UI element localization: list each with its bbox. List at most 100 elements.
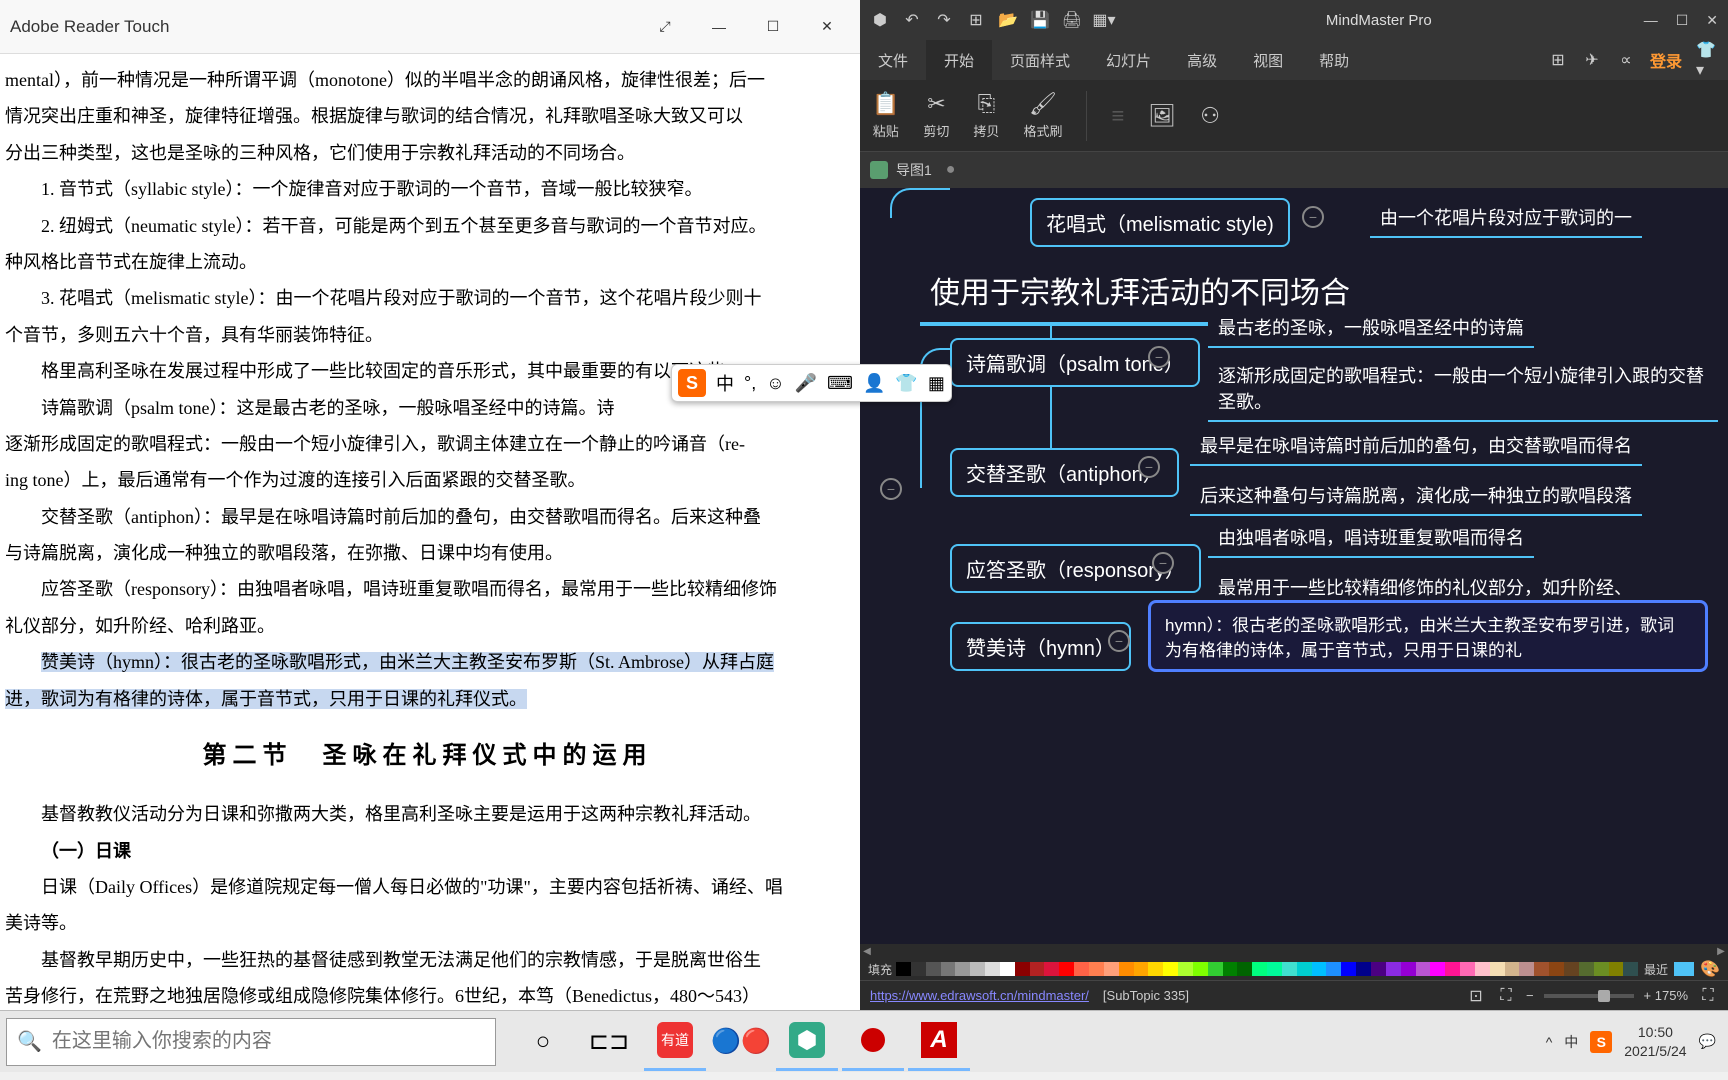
mm-maximize-button[interactable]: ☐ bbox=[1676, 12, 1689, 29]
color-swatch[interactable] bbox=[1252, 962, 1267, 976]
color-swatch[interactable] bbox=[1089, 962, 1104, 976]
ime-emoji-icon[interactable]: ☺ bbox=[766, 373, 784, 394]
ime-lang[interactable]: 中 bbox=[716, 370, 734, 396]
zoom-out-button[interactable]: − bbox=[1526, 988, 1534, 1003]
color-swatch[interactable] bbox=[1134, 962, 1149, 976]
color-swatch[interactable] bbox=[1579, 962, 1594, 976]
node-hymn-d-selected[interactable]: hymn）：很古老的圣咏歌唱形式，由米兰大主教圣安布罗引进，歌词为有格律的诗体，… bbox=[1148, 600, 1708, 672]
share-icon[interactable]: ∝ bbox=[1616, 50, 1636, 70]
node-melismatic[interactable]: 花唱式（melismatic style) bbox=[1030, 198, 1290, 247]
theme-icon[interactable]: 👕▾ bbox=[1696, 50, 1716, 70]
node-psalm-d1[interactable]: 最古老的圣咏，一般咏唱圣经中的诗篇 bbox=[1208, 308, 1534, 348]
node-antiphon-d2[interactable]: 后来这种叠句与诗篇脱离，演化成一种独立的歌唱段落 bbox=[1190, 476, 1642, 516]
copy-button[interactable]: ⎘ 拷贝 bbox=[973, 91, 999, 140]
color-swatch[interactable] bbox=[1341, 962, 1356, 976]
color-swatch[interactable] bbox=[1178, 962, 1193, 976]
menu-advanced[interactable]: 高级 bbox=[1169, 40, 1235, 80]
color-swatch[interactable] bbox=[1356, 962, 1371, 976]
menu-pagestyle[interactable]: 页面样式 bbox=[992, 40, 1088, 80]
node-hymn[interactable]: 赞美诗（hymn） bbox=[950, 622, 1131, 671]
color-swatch[interactable] bbox=[1386, 962, 1401, 976]
format-button[interactable]: 🖌 格式刷 bbox=[1023, 91, 1062, 140]
color-swatch[interactable] bbox=[1564, 962, 1579, 976]
search-input[interactable] bbox=[52, 1030, 485, 1053]
pdf-content[interactable]: mental），前一种情况是一种所谓平调（monotone）似的半唱半念的朗诵风… bbox=[0, 54, 860, 1010]
close-button[interactable]: ✕ bbox=[804, 11, 850, 43]
mindmaster-app[interactable]: ⬢ bbox=[776, 1013, 838, 1071]
tray-clock[interactable]: 10:50 2021/5/24 bbox=[1624, 1023, 1686, 1059]
fullscreen-icon[interactable]: ⛶ bbox=[1698, 986, 1718, 1006]
color-swatch[interactable] bbox=[911, 962, 926, 976]
color-swatch[interactable] bbox=[1534, 962, 1549, 976]
save-icon[interactable]: 💾 bbox=[1030, 10, 1050, 30]
ime-keyboard-icon[interactable]: ⌨ bbox=[827, 373, 853, 394]
color-swatch[interactable] bbox=[1326, 962, 1341, 976]
color-swatch[interactable] bbox=[1430, 962, 1445, 976]
open-icon[interactable]: 📂 bbox=[998, 10, 1018, 30]
collapse-icon[interactable]: − bbox=[1152, 552, 1174, 574]
tab-close-icon[interactable]: ● bbox=[946, 161, 956, 179]
color-swatch[interactable] bbox=[1371, 962, 1386, 976]
color-swatch[interactable] bbox=[896, 962, 911, 976]
tab-label[interactable]: 导图1 bbox=[896, 160, 932, 180]
cut-button[interactable]: ✂ 剪切 bbox=[923, 91, 949, 140]
sogou-tray-icon[interactable]: S bbox=[1590, 1031, 1612, 1053]
color-swatch[interactable] bbox=[985, 962, 1000, 976]
expand-icon[interactable]: ⤢ bbox=[642, 11, 688, 43]
color-swatch[interactable] bbox=[1416, 962, 1431, 976]
color-swatch[interactable] bbox=[1623, 962, 1638, 976]
menu-help[interactable]: 帮助 bbox=[1301, 40, 1367, 80]
ime-skin-icon[interactable]: 👕 bbox=[895, 373, 917, 394]
color-swatch[interactable] bbox=[1445, 962, 1460, 976]
color-swatch[interactable] bbox=[941, 962, 956, 976]
color-swatch[interactable] bbox=[1282, 962, 1297, 976]
fit-width-icon[interactable]: ⛶ bbox=[1496, 986, 1516, 1006]
new-icon[interactable]: ⊞ bbox=[966, 10, 986, 30]
undo-icon[interactable]: ↶ bbox=[902, 10, 922, 30]
recent-color-swatch[interactable] bbox=[1674, 962, 1694, 976]
color-swatch[interactable] bbox=[970, 962, 985, 976]
color-swatch[interactable] bbox=[1267, 962, 1282, 976]
grid-icon[interactable]: ⊞ bbox=[1548, 50, 1568, 70]
ime-mic-icon[interactable]: 🎤 bbox=[795, 373, 817, 394]
color-wheel-icon[interactable]: 🎨 bbox=[1700, 959, 1720, 979]
color-swatch[interactable] bbox=[1193, 962, 1208, 976]
redo-icon[interactable]: ↷ bbox=[934, 10, 954, 30]
baidu-app[interactable]: 🔵🔴 bbox=[710, 1013, 772, 1071]
collapse-icon[interactable]: − bbox=[1138, 456, 1160, 478]
node-responsory-d1[interactable]: 由独唱者咏唱，唱诗班重复歌唱而得名 bbox=[1208, 518, 1534, 558]
mm-close-button[interactable]: ✕ bbox=[1706, 12, 1718, 29]
color-swatch[interactable] bbox=[1074, 962, 1089, 976]
color-swatch[interactable] bbox=[1505, 962, 1520, 976]
menu-file[interactable]: 文件 bbox=[860, 40, 926, 80]
maximize-button[interactable]: ☐ bbox=[750, 11, 796, 43]
color-swatch[interactable] bbox=[1312, 962, 1327, 976]
sogou-logo-icon[interactable]: S bbox=[678, 369, 706, 397]
color-swatch[interactable] bbox=[955, 962, 970, 976]
login-button[interactable]: 登录 bbox=[1650, 48, 1682, 72]
recorder-app[interactable] bbox=[842, 1013, 904, 1071]
color-swatch[interactable] bbox=[1549, 962, 1564, 976]
collapse-icon[interactable]: − bbox=[1108, 630, 1130, 652]
tool-placeholder[interactable]: ≡ bbox=[1111, 103, 1124, 129]
color-swatch[interactable] bbox=[1401, 962, 1416, 976]
ime-punct-icon[interactable]: °, bbox=[744, 373, 756, 394]
color-swatch[interactable] bbox=[1044, 962, 1059, 976]
color-swatch[interactable] bbox=[1609, 962, 1624, 976]
mindmap-canvas[interactable]: 花唱式（melismatic style) − 由一个花唱片段对应于歌词的一 使… bbox=[860, 188, 1728, 944]
windows-search[interactable]: 🔍 bbox=[6, 1018, 496, 1066]
adobe-app[interactable]: A bbox=[908, 1013, 970, 1071]
color-swatch[interactable] bbox=[1015, 962, 1030, 976]
horizontal-scrollbar[interactable]: ◀ ▶ bbox=[860, 944, 1728, 958]
paste-button[interactable]: 📋 粘贴 bbox=[872, 91, 899, 140]
color-swatch[interactable] bbox=[1460, 962, 1475, 976]
mm-minimize-button[interactable]: — bbox=[1644, 12, 1658, 29]
menu-view[interactable]: 视图 bbox=[1235, 40, 1301, 80]
scroll-left-icon[interactable]: ◀ bbox=[860, 944, 874, 958]
image-tool[interactable]: 🖼 bbox=[1148, 103, 1176, 129]
color-swatch[interactable] bbox=[1000, 962, 1015, 976]
color-swatch[interactable] bbox=[1490, 962, 1505, 976]
app-logo-icon[interactable]: ⬢ bbox=[870, 10, 890, 30]
print-icon[interactable]: 🖨 bbox=[1062, 10, 1082, 30]
collapse-icon[interactable]: − bbox=[1148, 346, 1170, 368]
